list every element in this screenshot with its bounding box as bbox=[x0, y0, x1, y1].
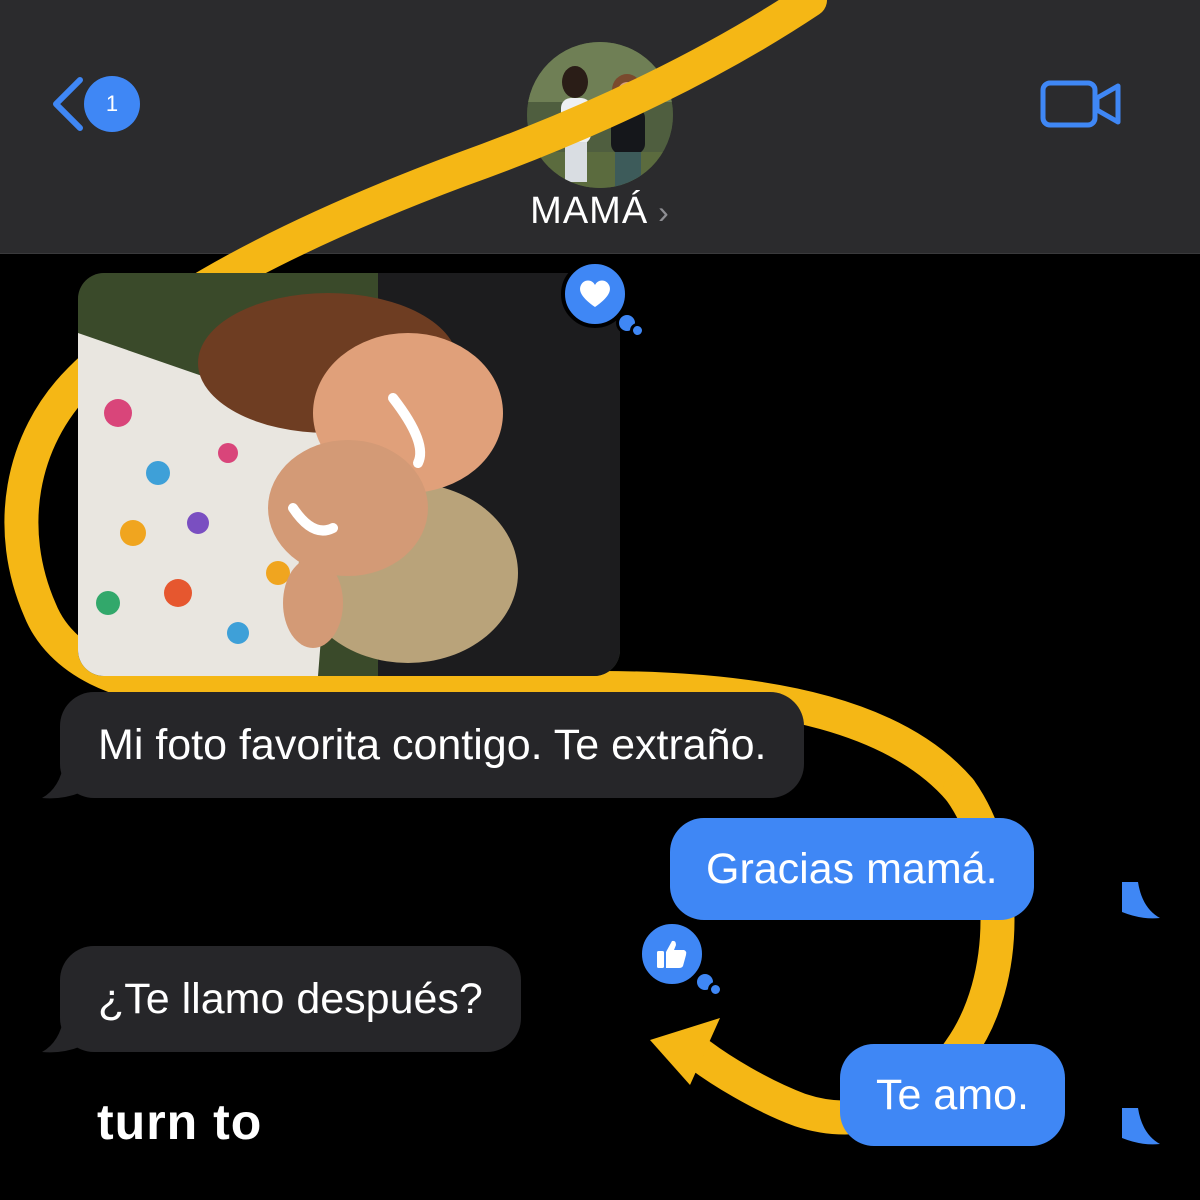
contact-name[interactable]: MAMÁ › bbox=[0, 190, 1200, 233]
conversation-header: 1 MAMÁ › bbox=[0, 0, 1200, 254]
bubble-tail bbox=[1122, 882, 1160, 919]
message-text: Mi foto favorita contigo. Te extraño. bbox=[98, 720, 767, 769]
brand-logo-text: turn to bbox=[97, 1094, 263, 1150]
unread-count-badge: 1 bbox=[84, 76, 140, 132]
avatar-photo bbox=[527, 42, 673, 188]
contact-name-label: MAMÁ bbox=[530, 190, 649, 232]
reaction-tail-dot bbox=[708, 982, 723, 997]
back-button[interactable]: 1 bbox=[48, 74, 140, 134]
bubble-tail bbox=[42, 1016, 82, 1053]
chevron-right-icon: › bbox=[658, 194, 670, 230]
reaction-tail-dot bbox=[630, 323, 645, 338]
incoming-message-bubble[interactable]: Mi foto favorita contigo. Te extraño. bbox=[60, 692, 805, 798]
photo-message[interactable] bbox=[78, 273, 620, 676]
message-text: ¿Te llamo después? bbox=[98, 974, 483, 1023]
video-camera-icon[interactable] bbox=[1040, 78, 1122, 130]
contact-avatar[interactable] bbox=[527, 42, 673, 188]
message-text: Te amo. bbox=[876, 1070, 1029, 1119]
outgoing-message-bubble[interactable]: Te amo. bbox=[840, 1044, 1065, 1146]
message-text: Gracias mamá. bbox=[706, 844, 998, 893]
outgoing-message-bubble[interactable]: Gracias mamá. bbox=[670, 818, 1034, 920]
incoming-message-bubble[interactable]: ¿Te llamo después? bbox=[60, 946, 521, 1052]
message-photo bbox=[78, 273, 620, 676]
bubble-tail bbox=[42, 762, 82, 799]
thumbs-up-icon bbox=[657, 940, 687, 968]
chevron-left-icon bbox=[53, 77, 83, 131]
bubble-tail bbox=[1122, 1108, 1160, 1145]
heart-icon bbox=[580, 280, 610, 307]
